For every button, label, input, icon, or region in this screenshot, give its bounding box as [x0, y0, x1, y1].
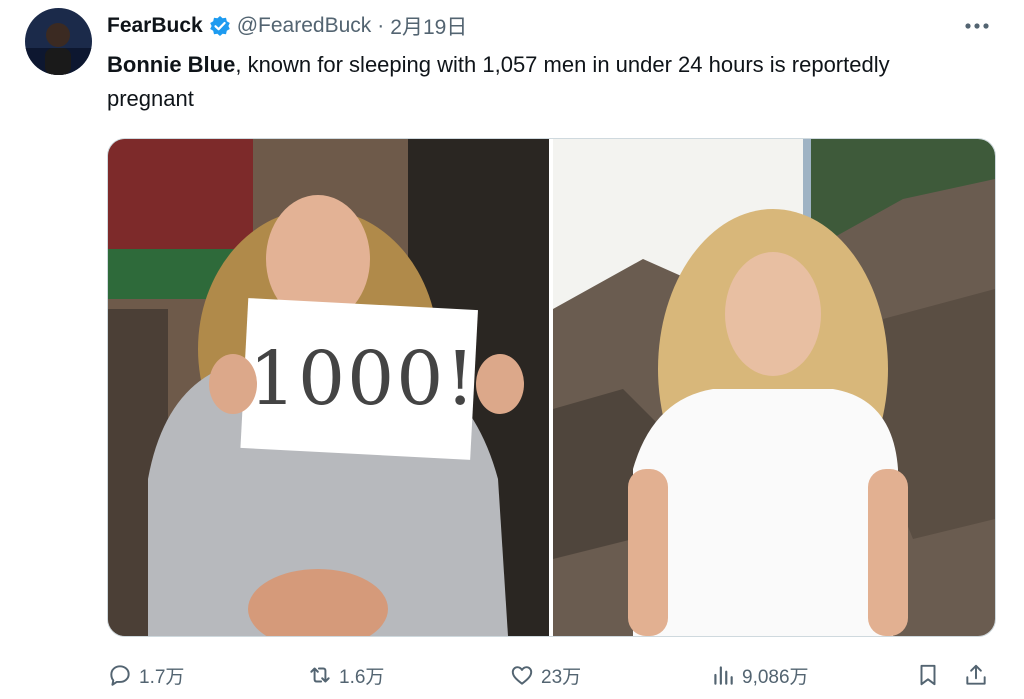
reply-icon — [110, 665, 130, 686]
retweet-button[interactable]: 1.6万 — [307, 655, 384, 695]
like-count: 23万 — [541, 666, 582, 688]
author-name[interactable]: FearBuck — [107, 14, 203, 38]
like-button[interactable]: 23万 — [509, 655, 581, 695]
tweet-header: FearBuck @FearedBuck · 2月19日 — [107, 10, 467, 42]
views-button[interactable]: 9,086万 — [710, 655, 809, 695]
reply-button[interactable]: 1.7万 — [107, 655, 184, 695]
tweet-text-bold: Bonnie Blue — [107, 52, 236, 77]
photo-right[interactable] — [553, 139, 995, 636]
share-icon — [966, 664, 986, 685]
avatar[interactable] — [25, 8, 92, 75]
author-handle[interactable]: @FearedBuck — [237, 14, 372, 38]
tweet-media[interactable]: 1000! — [107, 138, 996, 637]
tweet-date[interactable]: 2月19日 — [390, 11, 467, 41]
tweet-text: Bonnie Blue, known for sleeping with 1,0… — [107, 48, 967, 116]
sign-text: 1000! — [248, 336, 478, 422]
bookmark-icon — [920, 664, 936, 686]
more-icon[interactable] — [962, 14, 992, 38]
photo-left[interactable]: 1000! — [108, 139, 549, 636]
views-chart-icon — [714, 666, 733, 685]
views-count: 9,086万 — [742, 666, 809, 688]
header-separator: · — [377, 14, 385, 37]
heart-icon — [511, 666, 533, 685]
verified-badge-icon — [209, 15, 231, 37]
retweet-icon — [310, 667, 330, 683]
reply-count: 1.7万 — [139, 666, 185, 688]
bookmark-button[interactable] — [915, 655, 941, 695]
retweet-count: 1.6万 — [339, 666, 385, 688]
action-bar: 1.7万 1.6万 23万 9,086万 — [107, 655, 997, 695]
share-button[interactable] — [963, 655, 989, 695]
